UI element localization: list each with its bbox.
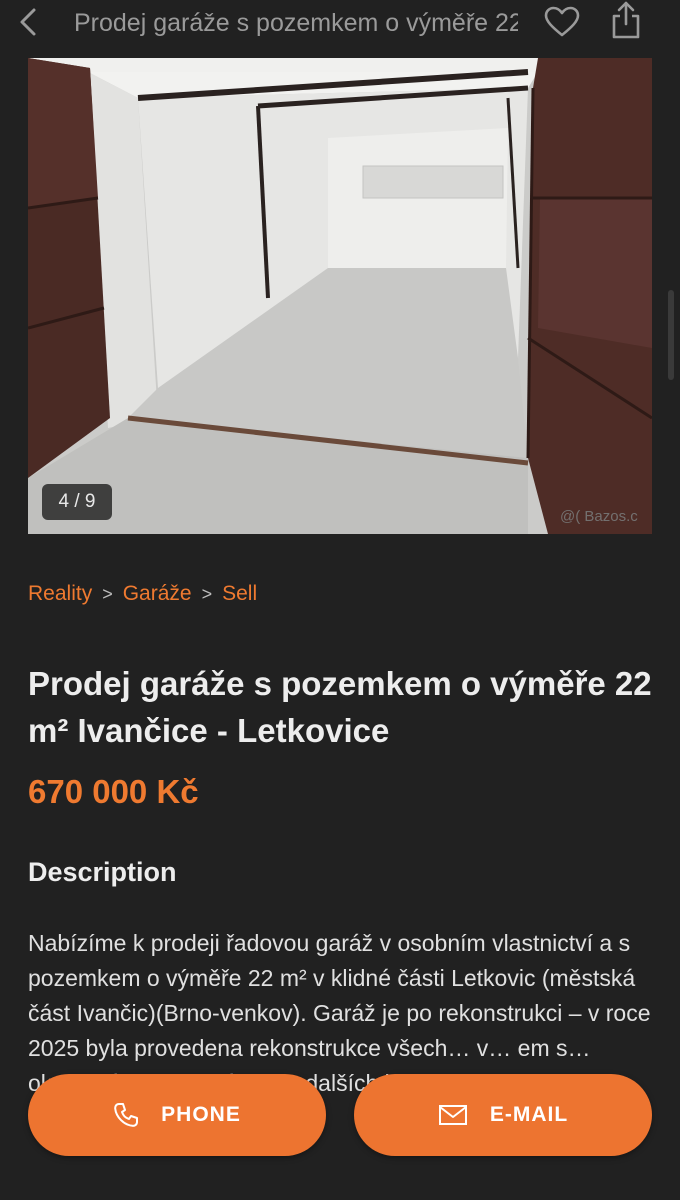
top-bar: Prodej garáže s pozemkem o výměře 22 m² … <box>0 0 680 52</box>
watermark: @( Bazos.c <box>560 508 638 525</box>
phone-icon <box>113 1102 139 1128</box>
breadcrumb-separator: > <box>102 583 113 604</box>
heart-icon <box>544 6 580 43</box>
envelope-icon <box>438 1104 468 1126</box>
breadcrumb-separator: > <box>201 583 213 604</box>
favorite-button[interactable] <box>542 4 582 44</box>
breadcrumb: Reality > Garáže > Sell <box>28 582 257 606</box>
share-icon <box>610 0 642 45</box>
listing-title: Prodej garáže s pozemkem o výměře 22 m² … <box>28 665 652 749</box>
breadcrumb-sell[interactable]: Sell <box>222 582 257 606</box>
phone-label: PHONE <box>161 1103 241 1126</box>
share-button[interactable] <box>606 0 646 44</box>
garage-photo <box>28 58 652 534</box>
listing-price: 670 000 Kč <box>28 773 199 810</box>
description-heading: Description <box>28 857 177 887</box>
scrollbar[interactable] <box>668 290 674 380</box>
email-label: E-MAIL <box>489 1103 569 1126</box>
breadcrumb-garaze[interactable]: Garáže <box>123 582 192 606</box>
chevron-left-icon <box>17 7 39 42</box>
back-button[interactable] <box>10 6 46 42</box>
email-button[interactable]: E-MAIL <box>354 1074 652 1156</box>
photo-gallery[interactable]: 4 / 9 @( Bazos.c <box>28 58 652 534</box>
phone-button[interactable]: PHONE <box>28 1074 326 1156</box>
breadcrumb-reality[interactable]: Reality <box>28 582 92 606</box>
photo-counter: 4 / 9 <box>42 484 112 520</box>
header-title: Prodej garáže s pozemkem o výměře 22 m² … <box>74 9 518 37</box>
